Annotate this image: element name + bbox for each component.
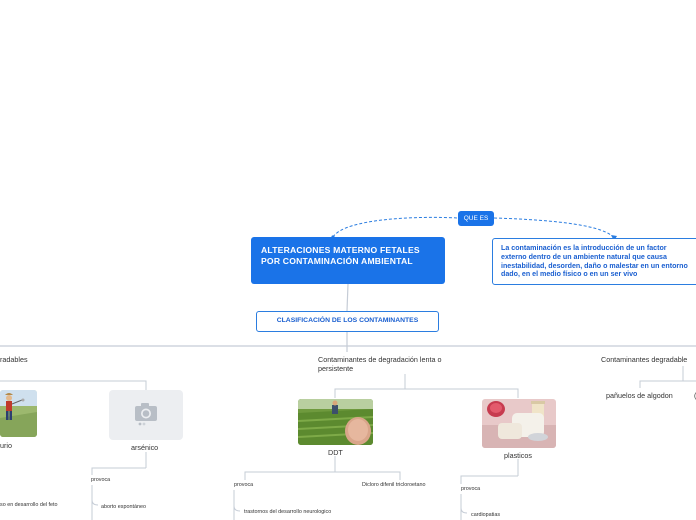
mind-map-canvas[interactable]: ALTERACIONES MATERNO FETALES POR CONTAMI… [0,0,696,520]
farmer-illustration-icon [0,390,37,437]
definition-topic[interactable]: La contaminación es la introducción de u… [492,238,696,285]
cardiopatias[interactable]: cardiopatias [471,512,500,519]
plasticos-image[interactable] [482,399,556,448]
arsenico-image-placeholder[interactable] [109,390,183,440]
panuelos-algodon[interactable]: pañuelos de algodon [606,391,673,400]
middle-to-ddt-line [334,374,406,398]
relation-label-text: QUE ES [463,215,489,222]
left-image-caption[interactable]: urio [0,441,12,450]
ddt-label[interactable]: DDT [328,448,343,457]
ddt-provoca[interactable]: provoca [234,482,253,489]
central-topic[interactable]: ALTERACIONES MATERNO FETALES POR CONTAMI… [251,237,445,284]
ddt-to-dicloro-line [335,471,401,480]
ddt-full-name[interactable]: Dicloro difenil tricloroetano [362,482,426,489]
to-left-category-line [0,332,348,347]
classification-label: CLASIFICACIÓN DE LOS CONTAMINANTES [276,317,419,324]
relation-label-que-es[interactable]: QUE ES [458,211,494,226]
plasticos-to-provoca-line [460,475,518,484]
trastornos-neurologicos[interactable]: trastornos del desarrollo neurologico [244,509,331,516]
right-to-panuelos-line [639,366,684,388]
left-branch-line [0,380,147,390]
central-topic-title: ALTERACIONES MATERNO FETALES POR CONTAMI… [261,245,420,266]
relation-line-right [493,217,615,239]
arsenico-to-provoca-line [91,467,146,475]
plastic-items-photo-icon [482,399,556,448]
classification-topic[interactable]: CLASIFICACIÓN DE LOS CONTAMINANTES [256,311,439,332]
root-to-clasif-line [346,283,349,312]
ddt-to-provoca-line [244,471,335,480]
ddt-image[interactable] [298,399,373,445]
aborto-connector [91,499,99,506]
category-middle[interactable]: Contaminantes de degradación lenta o per… [318,355,468,373]
plasticos-label[interactable]: plasticos [504,451,532,460]
category-left[interactable]: radables [0,355,28,364]
camera-icon [135,403,157,426]
middle-to-plasticos-line [405,388,519,398]
arsenico-provoca[interactable]: provoca [91,477,110,484]
crop-spraying-photo-icon [298,399,373,445]
relation-line-left [332,216,459,238]
aborto-espontaneo[interactable]: aborto espontáneo [101,504,146,511]
arsenico-label[interactable]: arsénico [131,443,158,452]
farmer-image[interactable] [0,390,37,437]
trastornos-connector [233,505,241,512]
retraso-desarrollo[interactable]: so en desarrollo del feto [0,502,58,509]
cardiopatias-connector [460,507,468,514]
plasticos-provoca[interactable]: provoca [461,486,480,493]
definition-text: La contaminación es la introducción de u… [501,244,688,279]
category-right[interactable]: Contaminantes degradable [601,355,687,364]
